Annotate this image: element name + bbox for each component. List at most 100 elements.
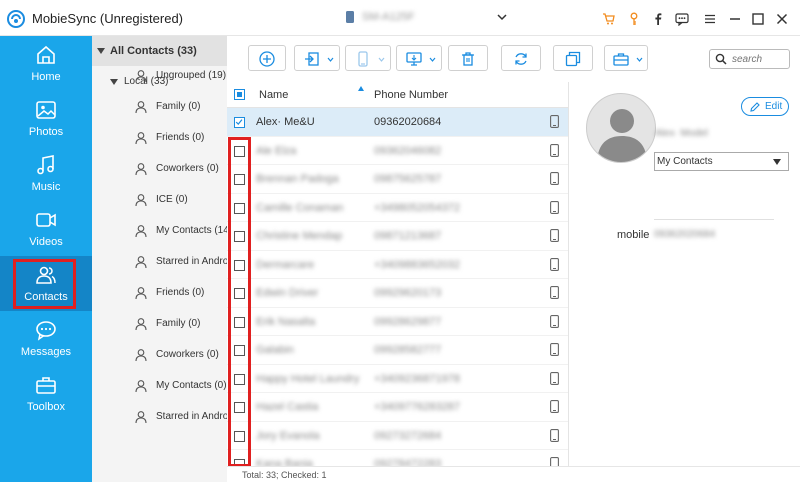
status-text: Total: 33; Checked: 1 (242, 470, 327, 480)
status-bar: Total: 33; Checked: 1 (227, 466, 800, 482)
videos-icon (36, 213, 56, 227)
nav-music[interactable]: Music (0, 146, 92, 201)
tree-group-item[interactable]: Family (0) (92, 97, 227, 119)
contact-phone-cell: +3498052054372 (374, 201, 460, 214)
duplicate-icon (565, 51, 581, 67)
add-contact-button[interactable] (248, 45, 286, 71)
contact-row[interactable]: Ale Elza 09362046082 (227, 137, 568, 165)
export-to-pc-button[interactable] (396, 45, 442, 71)
tree-group-label: My Contacts (14) (156, 225, 227, 236)
contact-row[interactable]: Dermarcare +3409883652032 (227, 251, 568, 279)
avatar[interactable] (586, 93, 656, 163)
expand-arrow-icon[interactable] (97, 47, 105, 55)
nav-videos[interactable]: Videos (0, 201, 92, 256)
phone-icon (550, 400, 559, 413)
delete-button[interactable] (448, 45, 488, 71)
tree-group-item[interactable]: Starred in Android (92, 252, 227, 274)
tree-group-item[interactable]: Starred in Android (92, 407, 227, 429)
phone-icon (550, 172, 559, 185)
select-all-checkbox[interactable] (234, 89, 245, 100)
tree-group-item[interactable]: Friends (0) (92, 128, 227, 150)
contact-phone-cell: 09362020684 (374, 116, 442, 128)
contact-row[interactable]: Brennan Padoga 09875625787 (227, 165, 568, 194)
search-input[interactable] (732, 52, 787, 66)
maximize-icon[interactable] (751, 12, 765, 26)
export-to-device-button[interactable] (345, 45, 391, 71)
all-contacts-node[interactable]: All Contacts (33) (92, 36, 227, 66)
list-header: Name Phone Number (227, 82, 568, 108)
contact-phone-cell: 09875625787 (374, 173, 442, 185)
tree-group-item[interactable]: Friends (0) (92, 283, 227, 305)
contact-row[interactable]: Erik Nasalta 09928629877 (227, 308, 568, 336)
contact-row[interactable]: Galabin 09928582777 (227, 336, 568, 365)
phone-icon (550, 371, 559, 385)
contact-row[interactable]: Jory Evanola 09273272684 (227, 422, 568, 450)
edit-button[interactable]: Edit (741, 97, 789, 116)
menu-icon[interactable] (703, 12, 717, 26)
tree-group-item[interactable]: Coworkers (0) (92, 159, 227, 181)
phone-icon (550, 143, 559, 157)
all-contacts-label: All Contacts (33) (110, 45, 197, 57)
phone-icon (550, 115, 559, 128)
person-icon (135, 225, 147, 238)
contact-row[interactable]: Christine Mendap 09871213687 (227, 222, 568, 251)
contact-name-cell: Alex· Me&U (256, 116, 315, 128)
app-title: MobieSync (Unregistered) (32, 11, 184, 26)
tree-group-item[interactable]: My Contacts (0) (92, 376, 227, 398)
phone-icon (550, 428, 559, 442)
contact-name-cell: Ale Elza (256, 144, 297, 157)
tree-group-item[interactable]: Ungrouped (19) (92, 66, 227, 88)
person-silhouette-icon (597, 109, 647, 162)
minimize-icon[interactable] (728, 12, 742, 26)
nav-home[interactable]: Home (0, 36, 92, 91)
tree-group-label: Family (0) (156, 318, 201, 329)
tree-group-label: Starred in Android (156, 256, 227, 267)
contact-phone-cell: 09871213687 (374, 230, 442, 242)
contact-row[interactable]: Happy Hotel Laundry +3409236871978 (227, 365, 568, 393)
chevron-down-icon[interactable] (496, 11, 508, 23)
contact-row[interactable]: Alex· Me&U 09362020684 (227, 108, 568, 137)
sort-asc-icon[interactable] (358, 86, 364, 91)
export-pc-icon (406, 52, 422, 66)
deduplicate-button[interactable] (553, 45, 593, 71)
tree-group-item[interactable]: Family (0) (92, 314, 227, 336)
feedback-icon[interactable] (675, 12, 689, 26)
device-icon (346, 11, 354, 23)
search-box[interactable] (709, 49, 790, 69)
column-header-phone[interactable]: Phone Number (374, 89, 448, 101)
nav-toolbox[interactable]: Toolbox (0, 366, 92, 421)
row-checkbox[interactable] (234, 117, 245, 128)
delete-icon (462, 52, 474, 66)
import-button[interactable] (294, 45, 340, 71)
contact-phone-cell: 09362046082 (374, 144, 442, 157)
app-logo-icon (7, 10, 25, 28)
chevron-down-icon (378, 57, 385, 62)
contact-phone-cell: 09273272684 (374, 429, 442, 442)
tree-group-label: Friends (0) (156, 287, 205, 298)
nav-messages[interactable]: Messages (0, 311, 92, 366)
group-select[interactable]: My Contacts (654, 152, 789, 171)
column-header-name[interactable]: Name (259, 89, 288, 101)
phone-icon (550, 257, 559, 271)
person-icon (135, 163, 147, 176)
tree-group-item[interactable]: Coworkers (0) (92, 345, 227, 367)
contact-row[interactable]: Hazel Castia +3409776283287 (227, 393, 568, 422)
facebook-icon[interactable] (651, 12, 665, 26)
tree-group-item[interactable]: ICE (0) (92, 190, 227, 212)
toolbar (227, 36, 800, 82)
cart-icon[interactable] (602, 12, 616, 26)
phone-icon (550, 286, 559, 299)
more-tools-button[interactable] (604, 45, 648, 71)
contact-row[interactable]: Kana Bania 09278472283 (227, 450, 568, 466)
contact-row[interactable]: Edwin Driver 09929620173 (227, 279, 568, 308)
refresh-button[interactable] (501, 45, 541, 71)
device-selector[interactable]: SM-A125F (340, 10, 510, 27)
contact-name-cell: Camille Conaman (256, 201, 344, 214)
contact-row[interactable]: Camille Conaman +3498052054372 (227, 194, 568, 222)
tree-group-item[interactable]: My Contacts (14) (92, 221, 227, 243)
nav-music-label: Music (31, 181, 61, 193)
nav-photos-label: Photos (28, 126, 64, 138)
key-icon[interactable] (627, 12, 641, 26)
close-icon[interactable] (775, 12, 789, 26)
nav-photos[interactable]: Photos (0, 91, 92, 146)
